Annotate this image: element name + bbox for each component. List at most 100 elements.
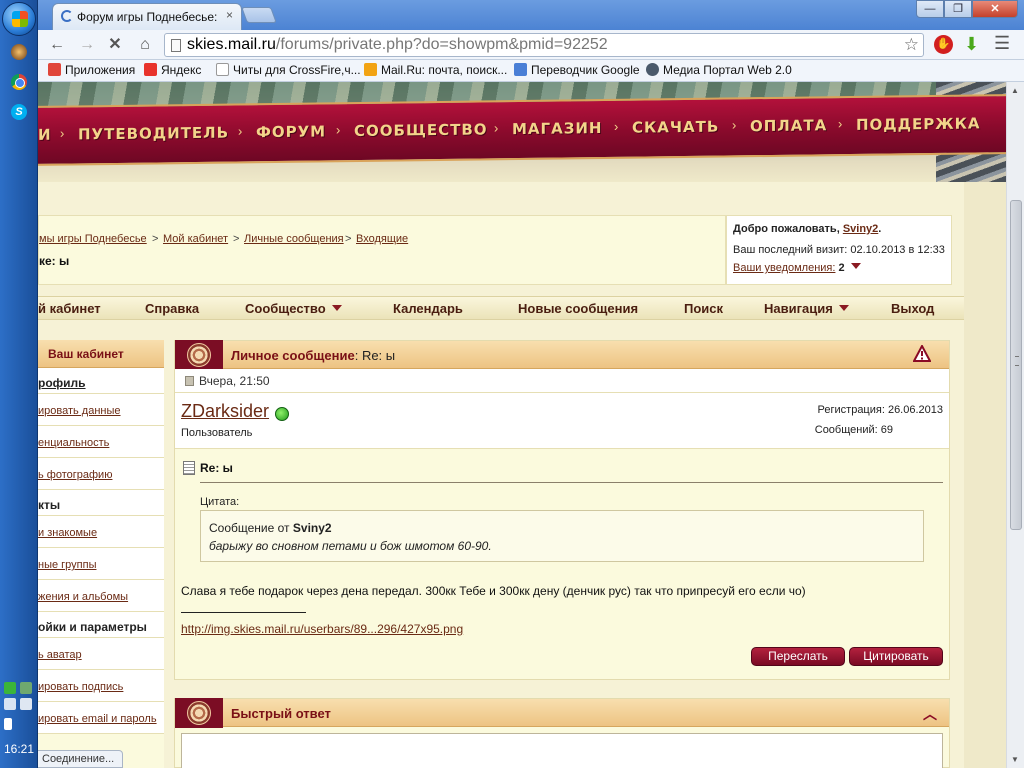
- bookmark-yandex[interactable]: Яндекс: [144, 63, 201, 77]
- sidebar-item-groups[interactable]: ные группы: [38, 548, 164, 580]
- sidebar-item-friends[interactable]: и знакомые: [38, 516, 164, 548]
- page-viewport[interactable]: И › ПУТЕВОДИТЕЛЬ › ФОРУМ › СООБЩЕСТВО › …: [38, 82, 1006, 768]
- sidebar-section-contacts: кты: [38, 490, 164, 516]
- security-tray-icon[interactable]: [4, 682, 16, 694]
- nav-separator-icon: ›: [494, 120, 499, 136]
- page-scrollbar[interactable]: ▲ ▼: [1006, 82, 1024, 768]
- breadcrumb-inbox[interactable]: Входящие: [356, 233, 408, 245]
- close-window-button[interactable]: ✕: [972, 0, 1018, 18]
- sidebar-item-avatar[interactable]: ь аватар: [38, 638, 164, 670]
- message-body: Re: ы Цитата: Сообщение от Sviny2 барыжу…: [175, 449, 949, 679]
- site-nav-shop[interactable]: МАГАЗИН: [512, 119, 602, 138]
- breadcrumb-separator: >: [233, 233, 240, 245]
- sidebar-item-albums[interactable]: жения и альбомы: [38, 580, 164, 612]
- menu-navigation[interactable]: Навигация: [764, 301, 849, 316]
- sidebar-item-signature[interactable]: ировать подпись: [38, 670, 164, 702]
- new-tab-button[interactable]: [241, 7, 277, 23]
- sidebar-item-edit-data[interactable]: ировать данные: [38, 394, 164, 426]
- sidebar-item-email-password[interactable]: ировать email и пароль: [38, 702, 164, 734]
- nav-separator-icon: ›: [238, 123, 243, 139]
- menu-community[interactable]: Сообщество: [245, 301, 342, 316]
- chrome-app-icon[interactable]: [7, 70, 31, 94]
- maximize-button[interactable]: ❐: [944, 0, 972, 18]
- menu-search[interactable]: Поиск: [684, 301, 723, 316]
- site-nav-community[interactable]: СООБЩЕСТВО: [354, 120, 488, 140]
- scroll-thumb[interactable]: [1010, 200, 1022, 530]
- sidebar-item-photo[interactable]: ь фотографию: [38, 458, 164, 490]
- scroll-down-icon[interactable]: ▼: [1011, 755, 1019, 764]
- page-icon: [171, 39, 181, 52]
- last-visit-text: Ваш последний визит: 02.10.2013 в 12:33: [733, 244, 945, 256]
- bookmark-google-translate[interactable]: Переводчик Google: [514, 63, 640, 77]
- sidebar-item-privacy[interactable]: енциальность: [38, 426, 164, 458]
- home-icon[interactable]: ⌂: [134, 34, 156, 56]
- stop-icon[interactable]: ✕: [104, 34, 126, 56]
- flag-tray-icon[interactable]: [4, 698, 16, 710]
- menu-icon[interactable]: ☰: [994, 33, 1010, 54]
- author-info: ZDarksider Пользователь Регистрация: 26.…: [175, 393, 949, 449]
- forum-content: мы игры Поднебесье > Мой кабинет > Личны…: [38, 182, 964, 768]
- adblock-extension-icon[interactable]: ✋: [934, 35, 953, 54]
- browser-toolbar: ← → ✕ ⌂ skies.mail.ru/forums/private.php…: [38, 30, 1024, 60]
- collapse-chevron-icon[interactable]: ︿: [923, 704, 937, 724]
- author-username-link[interactable]: ZDarksider: [181, 401, 269, 422]
- back-arrow-icon[interactable]: ←: [46, 34, 68, 56]
- menu-new-posts[interactable]: Новые сообщения: [518, 301, 638, 316]
- menu-my-cabinet[interactable]: й кабинет: [38, 301, 101, 316]
- quick-reply-header[interactable]: Быстрый ответ ︿: [175, 698, 949, 728]
- breadcrumb-cabinet[interactable]: Мой кабинет: [163, 233, 228, 245]
- message-title: Re: ы: [200, 461, 233, 475]
- signature-link[interactable]: http://img.skies.mail.ru/userbars/89...2…: [181, 622, 463, 636]
- notifications-link[interactable]: Ваши уведомления:: [733, 262, 835, 274]
- skype-app-icon[interactable]: S: [7, 100, 31, 124]
- tab-strip: Форум игры Поднебесье: п × — ❐ ✕: [38, 0, 1024, 30]
- bookmark-crossfire[interactable]: Читы для CrossFire,ч...: [216, 63, 361, 77]
- menu-logout[interactable]: Выход: [891, 301, 934, 316]
- quick-reply-editor[interactable]: [181, 733, 943, 768]
- site-nav-forum[interactable]: ФОРУМ: [256, 122, 326, 141]
- site-nav-item[interactable]: И: [38, 126, 52, 144]
- scroll-up-icon[interactable]: ▲: [1011, 86, 1019, 95]
- site-nav-support[interactable]: ПОДДЕРЖКА: [856, 114, 981, 134]
- nav-separator-icon: ›: [838, 116, 843, 132]
- site-nav: И › ПУТЕВОДИТЕЛЬ › ФОРУМ › СООБЩЕСТВО › …: [38, 94, 1006, 166]
- dropdown-arrow-icon[interactable]: [850, 263, 861, 269]
- site-nav-payment[interactable]: ОПЛАТА: [750, 116, 827, 135]
- report-warning-icon[interactable]: [913, 345, 931, 363]
- quote-author: Sviny2: [292, 521, 332, 535]
- minimize-button[interactable]: —: [916, 0, 944, 18]
- quote-button[interactable]: Цитировать: [849, 647, 943, 666]
- forward-button[interactable]: Переслать: [751, 647, 845, 666]
- sidebar-item-profile[interactable]: рофиль: [38, 368, 164, 394]
- browser-tab[interactable]: Форум игры Поднебесье: п ×: [52, 3, 242, 30]
- site-nav-download[interactable]: СКАЧАТЬ: [632, 118, 719, 137]
- sidebar-section-settings: ойки и параметры: [38, 612, 164, 638]
- menu-calendar[interactable]: Календарь: [393, 301, 463, 316]
- forward-arrow-icon[interactable]: →: [76, 34, 98, 56]
- bookmark-media-portal[interactable]: Медиа Портал Web 2.0: [646, 63, 792, 77]
- clock[interactable]: 16:21: [0, 742, 38, 756]
- url-text[interactable]: skies.mail.ru/forums/private.php?do=show…: [187, 36, 608, 54]
- bookmark-apps[interactable]: Приложения: [48, 63, 135, 77]
- menu-help[interactable]: Справка: [145, 301, 199, 316]
- message-header-title: Личное сообщение: Re: ы: [231, 348, 396, 363]
- bookmark-mailru[interactable]: Mail.Ru: почта, поиск...: [364, 63, 507, 77]
- breadcrumb-forum[interactable]: мы игры Поднебесье: [39, 233, 147, 245]
- volume-tray-icon[interactable]: [20, 698, 32, 710]
- system-tray: 16:21: [0, 676, 38, 768]
- site-nav-guide[interactable]: ПУТЕВОДИТЕЛЬ: [78, 124, 229, 144]
- status-bubble: Соединение...: [38, 750, 124, 768]
- start-button[interactable]: [2, 2, 36, 36]
- network-tray-icon[interactable]: [20, 682, 32, 694]
- tab-title: Форум игры Поднебесье: п: [77, 10, 217, 24]
- quick-reply-title: Быстрый ответ: [231, 706, 331, 721]
- address-bar[interactable]: skies.mail.ru/forums/private.php?do=show…: [164, 33, 924, 57]
- bookmark-star-icon[interactable]: ☆: [904, 35, 919, 55]
- download-extension-icon[interactable]: ⬇: [964, 34, 979, 55]
- tab-close-icon[interactable]: ×: [226, 8, 233, 22]
- breadcrumb-messages[interactable]: Личные сообщения: [244, 233, 344, 245]
- notifications[interactable]: Ваши уведомления: 2: [733, 262, 861, 274]
- game-app-icon[interactable]: [7, 40, 31, 64]
- welcome-username-link[interactable]: Sviny2: [843, 223, 878, 235]
- post-status-icon: [185, 376, 194, 386]
